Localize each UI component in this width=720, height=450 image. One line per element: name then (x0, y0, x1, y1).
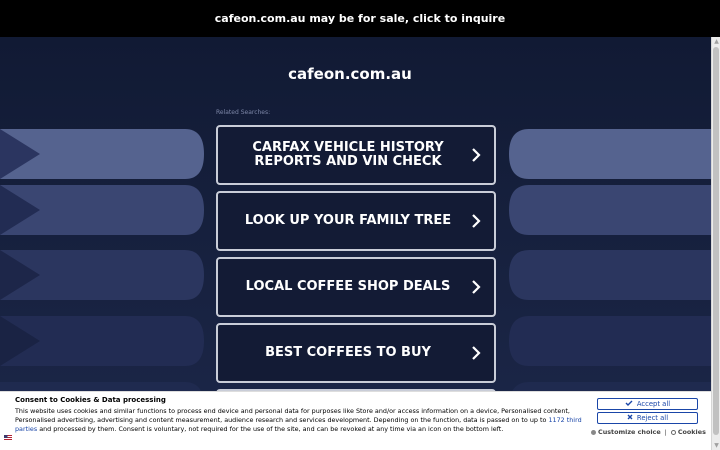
close-icon (627, 414, 633, 422)
related-link-label: BEST COFFEES TO BUY (265, 345, 431, 360)
cookie-consent-banner: Consent to Cookies & Data processing Thi… (0, 391, 711, 450)
chevron-right-icon (464, 147, 488, 163)
chevron-right-icon (464, 279, 488, 295)
scroll-up-icon[interactable]: ▲ (713, 37, 720, 46)
chevron-right-icon (464, 213, 488, 229)
related-link-label: CARFAX VEHICLE HISTORY REPORTS AND VIN C… (252, 140, 444, 169)
scroll-thumb[interactable] (713, 47, 719, 435)
related-link-best-coffees[interactable]: BEST COFFEES TO BUY (216, 323, 496, 383)
chevron-right-icon (464, 345, 488, 361)
consent-title: Consent to Cookies & Data processing (15, 396, 166, 404)
related-link-coffee-shop-deals[interactable]: LOCAL COFFEE SHOP DEALS (216, 257, 496, 317)
cookie-icon (670, 429, 676, 435)
cookies-link[interactable]: Cookies (670, 428, 706, 436)
language-flag-icon[interactable] (4, 435, 12, 441)
left-decorative-shapes (0, 37, 210, 450)
scroll-down-icon[interactable]: ▼ (713, 441, 720, 450)
check-icon (625, 400, 633, 408)
related-link-carfax[interactable]: CARFAX VEHICLE HISTORY REPORTS AND VIN C… (216, 125, 496, 185)
right-decorative-shapes (509, 37, 711, 450)
settings-icon (591, 429, 596, 435)
vertical-scrollbar[interactable]: ▲ ▼ (711, 37, 720, 450)
accept-all-button[interactable]: Accept all (597, 398, 698, 410)
related-link-family-tree[interactable]: LOOK UP YOUR FAMILY TREE (216, 191, 496, 251)
parked-page: cafeon.com.au Related Searches: CARFAX V… (0, 37, 711, 450)
consent-secondary-links: Customize choice | Cookies (591, 428, 706, 436)
domain-title: cafeon.com.au (288, 65, 412, 83)
related-link-label: LOOK UP YOUR FAMILY TREE (244, 213, 452, 228)
link-separator: | (664, 428, 667, 436)
customize-choice-link[interactable]: Customize choice (591, 428, 661, 436)
related-searches-label: Related Searches: (216, 109, 271, 116)
reject-all-button[interactable]: Reject all (597, 412, 698, 424)
for-sale-text: cafeon.com.au may be for sale, click to … (214, 12, 506, 25)
consent-description: This website uses cookies and similar fu… (15, 407, 582, 433)
for-sale-banner[interactable]: cafeon.com.au may be for sale, click to … (0, 0, 720, 37)
related-link-label: LOCAL COFFEE SHOP DEALS (245, 279, 451, 294)
